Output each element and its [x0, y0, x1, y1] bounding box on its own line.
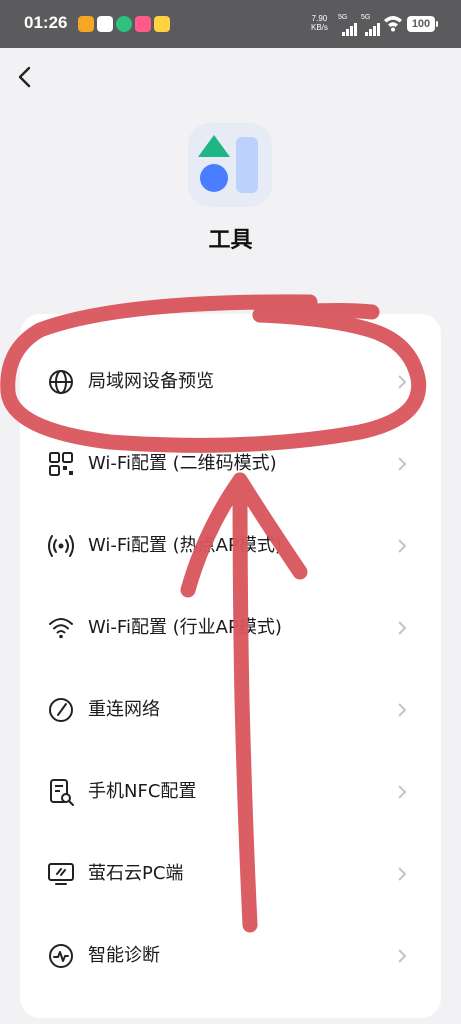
chevron-right-icon — [398, 375, 407, 389]
status-bar: 01:26 7.90 KB/s 5G 5G 100 — [0, 0, 461, 48]
notification-icon — [78, 16, 94, 32]
page-title: 工具 — [208, 228, 253, 253]
menu-item-wifi-hotspot-ap-config[interactable]: Wi-Fi配置 (热点AP模式) — [20, 505, 441, 587]
notification-icon — [135, 16, 151, 32]
menu-item-label: 智能诊断 — [88, 945, 160, 966]
network-speed: 7.90 KB/s — [311, 14, 328, 32]
reconnect-icon — [49, 698, 73, 722]
signal-icon: 5G — [338, 14, 360, 36]
menu-item-label: 局域网设备预览 — [88, 371, 214, 392]
wifi-icon — [49, 618, 73, 639]
menu-item-label: 重连网络 — [88, 699, 160, 720]
menu-item-label: 萤石云PC端 — [88, 863, 184, 884]
notification-icon — [116, 16, 132, 32]
globe-icon — [49, 370, 73, 394]
menu-item-ezviz-pc[interactable]: 萤石云PC端 — [20, 833, 441, 915]
nfc-icon — [50, 779, 74, 806]
menu-item-label: Wi-Fi配置 (热点AP模式) — [88, 535, 282, 556]
chevron-right-icon — [398, 703, 407, 717]
qr-code-icon — [49, 452, 73, 476]
menu-item-phone-nfc-config[interactable]: 手机NFC配置 — [20, 751, 441, 833]
menu-item-label: 手机NFC配置 — [88, 781, 197, 802]
tools-menu-card: 局域网设备预览 Wi-Fi配置 (二维码模式) Wi-Fi配置 (热点AP模式) — [20, 314, 441, 1018]
hotspot-icon — [48, 535, 74, 557]
chevron-right-icon — [398, 785, 407, 799]
battery-icon: 100 — [407, 16, 438, 32]
monitor-icon — [48, 863, 74, 885]
diagnosis-icon — [49, 944, 73, 968]
chevron-right-icon — [398, 539, 407, 553]
chevron-right-icon — [398, 621, 407, 635]
menu-item-wifi-industry-ap-config[interactable]: Wi-Fi配置 (行业AP模式) — [20, 587, 441, 669]
chevron-right-icon — [398, 949, 407, 963]
menu-item-label: Wi-Fi配置 (行业AP模式) — [88, 617, 282, 638]
notification-icon — [97, 16, 113, 32]
chevron-right-icon — [398, 457, 407, 471]
menu-item-wifi-qr-config[interactable]: Wi-Fi配置 (二维码模式) — [20, 423, 441, 505]
chevron-right-icon — [398, 867, 407, 881]
menu-item-reconnect-network[interactable]: 重连网络 — [20, 669, 441, 751]
tools-app-icon — [188, 123, 272, 207]
status-time: 01:26 — [24, 13, 68, 32]
notification-icon — [154, 16, 170, 32]
menu-item-lan-device-preview[interactable]: 局域网设备预览 — [20, 341, 441, 423]
signal-icon: 5G — [361, 14, 383, 36]
menu-item-label: Wi-Fi配置 (二维码模式) — [88, 453, 277, 474]
back-button[interactable] — [10, 62, 40, 92]
wifi-status-icon — [384, 16, 402, 32]
menu-item-smart-diagnosis[interactable]: 智能诊断 — [20, 915, 441, 997]
